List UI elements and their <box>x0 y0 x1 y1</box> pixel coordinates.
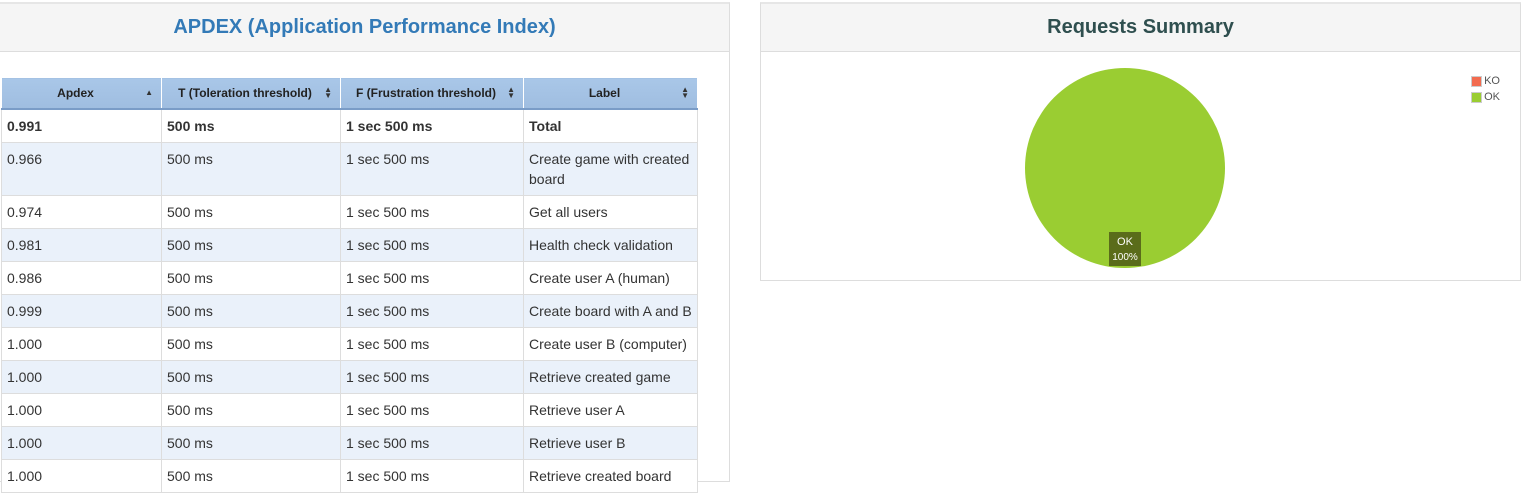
sort-both-icon: ▲ ▼ <box>681 85 689 100</box>
legend-item-ok[interactable]: OK <box>1471 89 1500 105</box>
table-row: 1.000 500 ms 1 sec 500 ms Retrieve created … <box>1 360 698 394</box>
toleration-cell: 500 ms <box>161 294 341 328</box>
table-row: 1.000 500 ms 1 sec 500 ms Retrieve user A <box>1 393 698 427</box>
pie-slice-label-name: OK <box>1117 236 1134 248</box>
apdex-cell: 0.966 <box>1 142 162 196</box>
label-cell: Create game with created board <box>523 142 698 196</box>
sort-asc-icon: ▲ <box>145 88 153 97</box>
apdex-cell: 0.974 <box>1 195 162 229</box>
apdex-cell: 0.991 <box>1 108 162 143</box>
label-cell: Get all users <box>523 195 698 229</box>
column-header-label: Apdex <box>57 86 94 100</box>
apdex-header-row: Apdex ▲ T (Toleration threshold) ▲ ▼ F (Frust… <box>1 77 698 110</box>
frustration-cell: 1 sec 500 ms <box>340 142 524 196</box>
frustration-cell: 1 sec 500 ms <box>340 195 524 229</box>
apdex-cell: 0.981 <box>1 228 162 262</box>
sort-both-icon: ▲ ▼ <box>507 85 515 100</box>
column-header-label: F (Frustration threshold) <box>356 86 496 100</box>
toleration-cell: 500 ms <box>161 108 341 143</box>
apdex-table: Apdex ▲ T (Toleration threshold) ▲ ▼ F (Frust… <box>1 77 698 493</box>
apdex-cell: 1.000 <box>1 327 162 361</box>
label-cell: Retrieve created game <box>523 360 698 394</box>
apdex-cell: 0.999 <box>1 294 162 328</box>
apdex-cell: 0.986 <box>1 261 162 295</box>
toleration-cell: 500 ms <box>161 195 341 229</box>
legend-swatch <box>1471 91 1483 103</box>
table-row: 1.000 500 ms 1 sec 500 ms Retrieve created … <box>1 459 698 493</box>
toleration-cell: 500 ms <box>161 393 341 427</box>
frustration-cell: 1 sec 500 ms <box>340 459 524 493</box>
table-row: 1.000 500 ms 1 sec 500 ms Create user B (co… <box>1 327 698 361</box>
legend-label: OK <box>1484 91 1500 103</box>
toleration-cell: 500 ms <box>161 261 341 295</box>
table-row: 0.986 500 ms 1 sec 500 ms Create user A (hu… <box>1 261 698 295</box>
column-header-2[interactable]: T (Toleration threshold) ▲ ▼ <box>161 77 341 110</box>
table-row: 0.999 500 ms 1 sec 500 ms Create board with… <box>1 294 698 328</box>
legend-label: KO <box>1484 75 1500 87</box>
frustration-cell: 1 sec 500 ms <box>340 426 524 460</box>
label-cell: Health check validation <box>523 228 698 262</box>
legend-swatch <box>1471 75 1483 87</box>
column-header-1[interactable]: Apdex ▲ <box>1 77 162 110</box>
frustration-cell: 1 sec 500 ms <box>340 360 524 394</box>
label-cell: Retrieve user B <box>523 426 698 460</box>
toleration-cell: 500 ms <box>161 459 341 493</box>
toleration-cell: 500 ms <box>161 228 341 262</box>
label-cell: Create board with A and B <box>523 294 698 328</box>
label-cell: Total <box>523 108 698 143</box>
apdex-cell: 1.000 <box>1 360 162 394</box>
requests-summary-panel: Requests Summary OK 100% KO OK <box>760 2 1521 281</box>
toleration-cell: 500 ms <box>161 142 341 196</box>
toleration-cell: 500 ms <box>161 426 341 460</box>
column-header-label: T (Toleration threshold) <box>178 86 312 100</box>
chart-legend: KO OK <box>1471 73 1500 105</box>
sort-both-icon: ▲ ▼ <box>324 85 332 100</box>
label-cell: Create user B (computer) <box>523 327 698 361</box>
label-cell: Retrieve user A <box>523 393 698 427</box>
frustration-cell: 1 sec 500 ms <box>340 108 524 143</box>
table-row: 0.966 500 ms 1 sec 500 ms Create game with … <box>1 142 698 196</box>
total-row: 0.991 500 ms 1 sec 500 ms Total <box>1 108 698 143</box>
column-header-4[interactable]: Label ▲ ▼ <box>523 77 698 110</box>
label-cell: Create user A (human) <box>523 261 698 295</box>
frustration-cell: 1 sec 500 ms <box>340 393 524 427</box>
pie-slice-label-percent: 100% <box>1112 252 1138 263</box>
requests-summary-title: Requests Summary <box>761 4 1520 52</box>
column-header-label: Label <box>588 86 621 100</box>
legend-item-ko[interactable]: KO <box>1471 73 1500 89</box>
frustration-cell: 1 sec 500 ms <box>340 294 524 328</box>
column-header-3[interactable]: F (Frustration threshold) ▲ ▼ <box>340 77 524 110</box>
frustration-cell: 1 sec 500 ms <box>340 261 524 295</box>
table-row: 1.000 500 ms 1 sec 500 ms Retrieve user B <box>1 426 698 460</box>
apdex-cell: 1.000 <box>1 426 162 460</box>
apdex-panel: APDEX (Application Performance Index) Ap… <box>0 2 730 493</box>
toleration-cell: 500 ms <box>161 327 341 361</box>
table-row: 0.974 500 ms 1 sec 500 ms Get all users <box>1 195 698 229</box>
frustration-cell: 1 sec 500 ms <box>340 228 524 262</box>
pie-slice-label: OK 100% <box>1109 232 1141 266</box>
apdex-cell: 1.000 <box>1 393 162 427</box>
table-row: 0.981 500 ms 1 sec 500 ms Health check vali… <box>1 228 698 262</box>
frustration-cell: 1 sec 500 ms <box>340 327 524 361</box>
requests-pie-chart: OK 100% <box>1025 68 1225 268</box>
toleration-cell: 500 ms <box>161 360 341 394</box>
apdex-title: APDEX (Application Performance Index) <box>0 4 729 52</box>
apdex-cell: 1.000 <box>1 459 162 493</box>
label-cell: Retrieve created board <box>523 459 698 493</box>
